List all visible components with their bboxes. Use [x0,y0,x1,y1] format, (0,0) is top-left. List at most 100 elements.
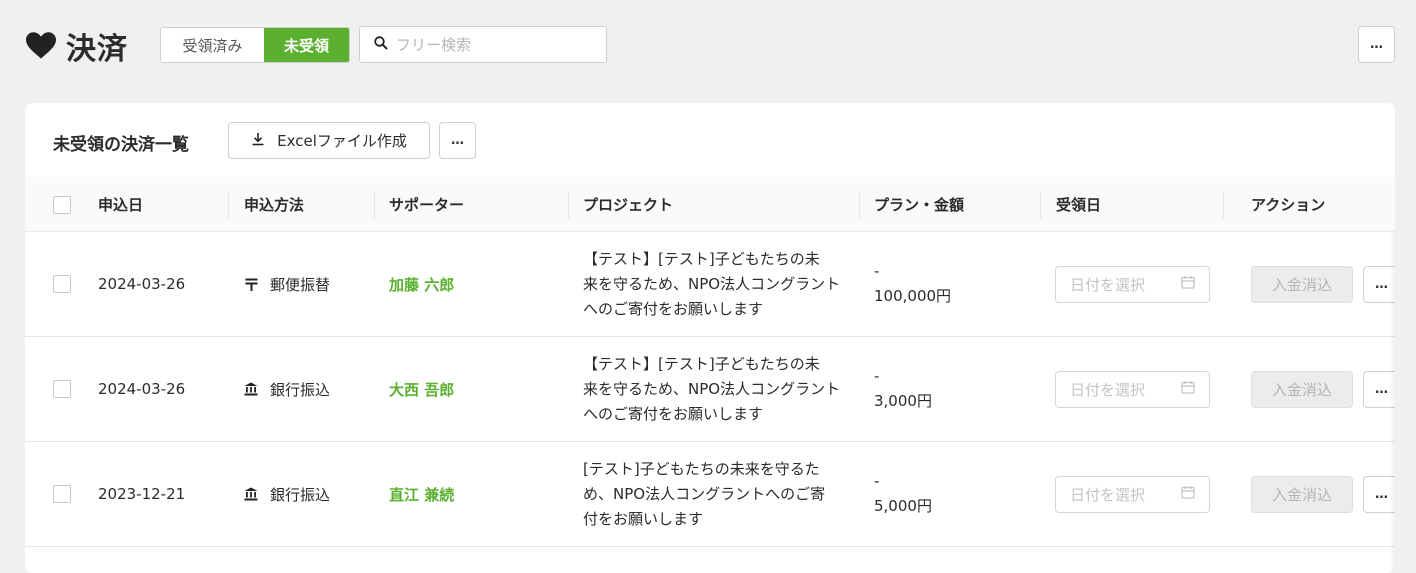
plan-name: - [874,262,880,280]
supporter-link[interactable]: 加藤 六郎 [389,274,454,295]
heart-icon [26,31,56,61]
payment-method-label: 銀行振込 [270,485,331,504]
card-header: 未受領の決済一覧 Excelファイル作成 … [25,103,1395,177]
row-checkbox[interactable] [53,275,71,293]
payment-reconcile-button[interactable]: 入金消込 [1251,265,1353,303]
search-input[interactable] [396,35,586,54]
plan-amount-cell: - 3,000円 [874,337,932,441]
project-name: 【テスト】[テスト]子どもたちの未 来を守るため、NPO法人コングラント へのご… [583,247,848,322]
plan-amount-cell: - 5,000円 [874,442,932,546]
header-more-button[interactable]: … [1358,26,1395,63]
column-header-project: プロジェクト [583,196,674,214]
row-checkbox-cell [53,442,71,546]
date-picker-placeholder: 日付を選択 [1070,275,1146,294]
column-header-supporter: サポーター [389,196,465,214]
column-divider [859,191,860,219]
payment-method-label: 銀行振込 [270,380,331,399]
project-cell: 【テスト】[テスト]子どもたちの未 来を守るため、NPO法人コングラント へのご… [583,337,848,441]
select-all-checkbox[interactable] [53,195,71,214]
action-cell: 入金消込 … [1251,442,1395,546]
supporter-link[interactable]: 直江 兼続 [389,484,454,505]
search-box [359,26,607,63]
column-divider [374,191,375,219]
column-divider [568,191,569,219]
header-checkbox-cell [53,177,71,232]
column-divider [228,191,229,219]
download-icon [251,132,265,150]
column-divider [1040,191,1041,219]
column-header-plan-amount: プラン・金額 [874,196,965,214]
project-line: へのご寄付をお願いします [583,299,764,318]
postal-icon [244,277,258,291]
date-picker-placeholder: 日付を選択 [1070,485,1146,504]
bank-icon [244,382,258,396]
column-header-received-date: 受領日 [1056,196,1102,214]
row-checkbox[interactable] [53,485,71,503]
project-line: め、NPO法人コングラントへのご寄 [583,484,826,503]
action-cell: 入金消込 … [1251,232,1395,336]
more-icon: … [451,133,464,148]
supporter-cell: 加藤 六郎 [389,232,454,336]
amount-value: 3,000円 [874,392,932,410]
project-line: [テスト]子どもたちの未来を守るた [583,459,820,478]
application-date: 2023-12-21 [98,485,186,503]
card-title: 未受領の決済一覧 [53,135,189,155]
payments-card: 未受領の決済一覧 Excelファイル作成 … 申込日 申込方法 サポーター プロ… [25,103,1395,573]
payment-reconcile-button[interactable]: 入金消込 [1251,370,1353,408]
excel-export-button[interactable]: Excelファイル作成 [228,122,430,159]
scroll-shadow [1389,232,1395,573]
table-row: 2024-03-26 銀行振込 大西 吾郎 【テスト】[テスト]子どもたちの未 … [25,337,1395,442]
column-header-action: アクション [1251,196,1326,214]
row-checkbox-cell [53,232,71,336]
received-date-picker[interactable]: 日付を選択 [1055,475,1210,513]
payment-method: 郵便振替 [244,232,330,336]
card-more-button[interactable]: … [439,122,476,159]
project-line: 来を守るため、NPO法人コングラント [583,379,841,398]
tab-unreceived[interactable]: 未受領 [264,28,349,62]
received-date-cell: 日付を選択 [1055,442,1210,546]
payment-method-label: 郵便振替 [270,275,331,294]
more-icon: … [1375,486,1388,502]
search-icon [374,35,388,54]
bank-icon [244,487,258,501]
project-line: へのご寄付をお願いします [583,404,764,423]
project-name: 【テスト】[テスト]子どもたちの未 来を守るため、NPO法人コングラント へのご… [583,352,848,427]
table-header: 申込日 申込方法 サポーター プロジェクト プラン・金額 受領日 アクション [25,177,1395,232]
page-title: 決済 [26,24,128,68]
date-picker-placeholder: 日付を選択 [1070,380,1146,399]
project-name: [テスト]子どもたちの未来を守るた め、NPO法人コングラントへのご寄 付をお願… [583,457,848,532]
supporter-link[interactable]: 大西 吾郎 [389,379,454,400]
supporter-cell: 直江 兼続 [389,442,454,546]
calendar-icon [1181,485,1195,503]
received-date-cell: 日付を選択 [1055,232,1210,336]
top-bar: 決済 受領済み 未受領 … [0,0,1416,90]
project-line: 【テスト】[テスト]子どもたちの未 [583,354,820,373]
received-date-cell: 日付を選択 [1055,337,1210,441]
row-checkbox[interactable] [53,380,71,398]
plan-amount: - 100,000円 [874,259,951,309]
plan-amount-cell: - 100,000円 [874,232,951,336]
tab-received[interactable]: 受領済み [161,28,264,62]
plan-name: - [874,472,880,490]
amount-value: 5,000円 [874,497,932,515]
payment-reconcile-button[interactable]: 入金消込 [1251,475,1353,513]
amount-value: 100,000円 [874,287,952,305]
received-date-picker[interactable]: 日付を選択 [1055,370,1210,408]
more-icon: … [1375,381,1388,397]
plan-name: - [874,367,880,385]
application-date: 2024-03-26 [98,275,186,293]
more-icon: … [1375,276,1388,292]
more-icon: … [1370,37,1383,52]
column-header-method: 申込方法 [244,196,305,214]
supporter-cell: 大西 吾郎 [389,337,454,441]
calendar-icon [1181,380,1195,398]
column-header-date: 申込日 [98,196,144,214]
payment-method: 銀行振込 [244,442,330,546]
table-row: 2023-12-21 銀行振込 直江 兼続 [テスト]子どもたちの未来を守るた … [25,442,1395,547]
project-line: 【テスト】[テスト]子どもたちの未 [583,249,820,268]
received-date-picker[interactable]: 日付を選択 [1055,265,1210,303]
calendar-icon [1181,275,1195,293]
status-segment: 受領済み 未受領 [160,27,350,63]
project-line: 付をお願いします [583,509,704,528]
application-date: 2024-03-26 [98,380,186,398]
